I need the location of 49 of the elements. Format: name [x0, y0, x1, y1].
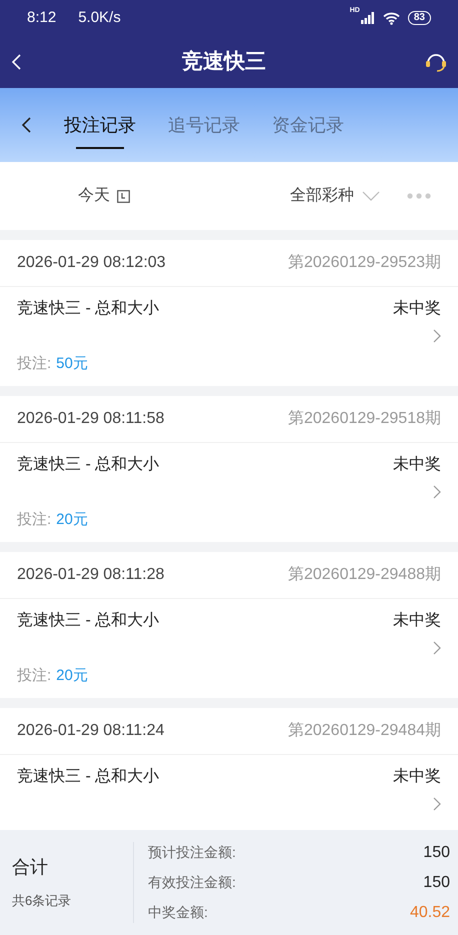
calendar-icon	[117, 190, 130, 202]
wifi-icon	[382, 12, 400, 24]
tab[interactable]: 投注记录	[64, 88, 136, 162]
bet-amount: 20元	[56, 667, 88, 684]
bet-time: 2026-01-29 08:11:28	[17, 565, 164, 585]
bet-amount: 20元	[56, 511, 88, 528]
game-name: 竞速快三 - 总和大小	[17, 766, 160, 787]
issue-number: 第20260129-29523期	[288, 253, 441, 273]
chevron-right-icon	[433, 797, 441, 811]
record-card[interactable]: 2026-01-29 08:11:28 第20260129-29488期 竞速快三 - 总和大小 未中奖 投注: 20元	[0, 552, 458, 698]
bet-time: 2026-01-29 08:12:03	[17, 253, 166, 273]
chevron-right-icon	[433, 485, 441, 499]
bet-amount: 50元	[56, 355, 88, 372]
summary-value: 40.52	[410, 902, 450, 922]
bet-label: 投注:	[17, 355, 52, 372]
summary-value: 150	[423, 872, 450, 892]
result-status: 未中奖	[393, 298, 441, 319]
summary-label: 有效投注金额:	[148, 873, 236, 892]
page-title: 竞速快三	[182, 48, 266, 76]
lottery-filter[interactable]: 全部彩种	[290, 184, 380, 208]
bet-time: 2026-01-29 08:11:58	[17, 409, 164, 429]
issue-number: 第20260129-29518期	[288, 409, 441, 429]
record-count: 共6条记录	[12, 892, 72, 910]
issue-number: 第20260129-29488期	[288, 565, 441, 585]
chevron-down-icon	[362, 191, 380, 201]
chevron-right-icon	[433, 329, 441, 343]
result-status: 未中奖	[393, 454, 441, 475]
bet-label: 投注:	[17, 667, 52, 684]
summary-value: 150	[423, 842, 450, 862]
bet-time: 2026-01-29 08:11:24	[17, 721, 164, 741]
network-speed: 5.0K/s	[78, 8, 121, 28]
summary-title: 合计	[12, 856, 49, 880]
battery-indicator: 83	[408, 11, 431, 25]
result-status: 未中奖	[393, 766, 441, 787]
record-card[interactable]: 2026-01-29 08:12:03 第20260129-29523期 竞速快三 - 总和大小 未中奖 投注: 50元	[0, 240, 458, 386]
record-card[interactable]: 2026-01-29 08:11:58 第20260129-29518期 竞速快三 - 总和大小 未中奖 投注: 20元	[0, 396, 458, 542]
bet-label: 投注:	[17, 511, 52, 528]
status-time: 8:12	[27, 8, 56, 28]
summary-label: 中奖金额:	[148, 903, 208, 922]
result-status: 未中奖	[393, 610, 441, 631]
game-name: 竞速快三 - 总和大小	[17, 610, 160, 631]
chevron-right-icon	[433, 641, 441, 655]
summary-label: 预计投注金额:	[148, 843, 236, 862]
signal-icon	[360, 12, 375, 24]
game-name: 竞速快三 - 总和大小	[17, 454, 160, 475]
record-card[interactable]: 2026-01-29 08:11:24 第20260129-29484期 竞速快三 - 总和大小 未中奖	[0, 708, 458, 830]
issue-number: 第20260129-29484期	[288, 721, 441, 741]
game-name: 竞速快三 - 总和大小	[17, 298, 160, 319]
date-filter[interactable]: 今天	[78, 184, 130, 208]
